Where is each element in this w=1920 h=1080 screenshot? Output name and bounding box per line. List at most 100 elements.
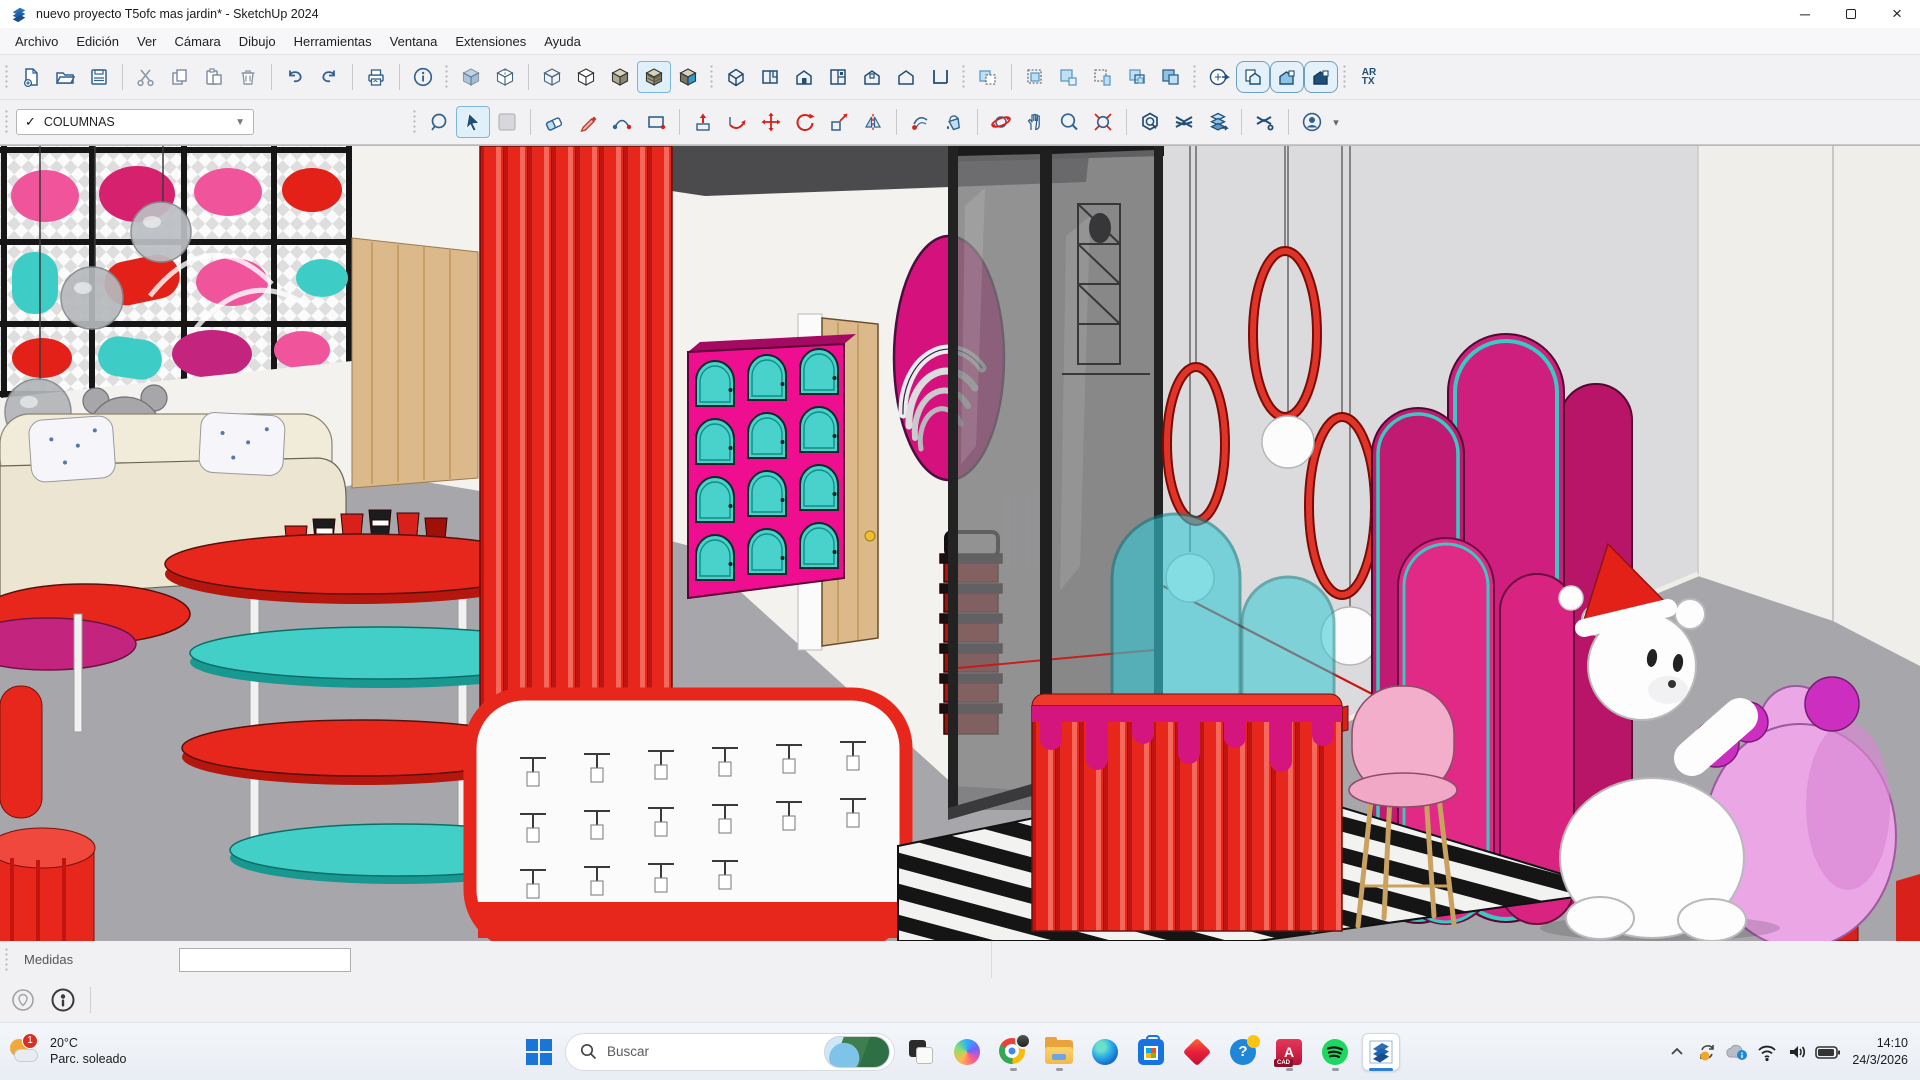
view-iso-button[interactable] — [719, 61, 753, 93]
redo-button[interactable] — [312, 61, 346, 93]
house-toggle-3-button[interactable] — [1304, 61, 1338, 93]
copy-button[interactable] — [163, 61, 197, 93]
credits-icon[interactable] — [50, 987, 76, 1013]
microsoft-store-button[interactable] — [1131, 1032, 1171, 1072]
help-assist-button[interactable]: ? — [1223, 1032, 1263, 1072]
sync-icon[interactable] — [1694, 1037, 1720, 1067]
rectangle-tool-button[interactable] — [639, 106, 673, 138]
style-shaded-button[interactable] — [603, 61, 637, 93]
selection-squares-5-button[interactable] — [1120, 61, 1154, 93]
view-back-button[interactable] — [855, 61, 889, 93]
open-file-button[interactable] — [48, 61, 82, 93]
follow-me-tool-button[interactable] — [720, 106, 754, 138]
menu-archivo[interactable]: Archivo — [6, 30, 67, 53]
style-back-edges-button[interactable] — [488, 61, 522, 93]
artx-button[interactable]: ARTX — [1352, 61, 1386, 93]
design-diamond-button[interactable] — [1177, 1032, 1217, 1072]
scale-tool-button[interactable] — [822, 106, 856, 138]
save-button[interactable] — [82, 61, 116, 93]
sketchup-taskbar-button[interactable] — [1361, 1032, 1401, 1072]
style-monochrome-button[interactable] — [671, 61, 705, 93]
volume-icon[interactable] — [1784, 1037, 1810, 1067]
start-button[interactable] — [519, 1032, 559, 1072]
chrome-button[interactable] — [993, 1032, 1033, 1072]
onedrive-icon[interactable] — [1724, 1037, 1750, 1067]
delete-button[interactable] — [231, 61, 265, 93]
flip-tool-button[interactable] — [856, 106, 890, 138]
paint-bucket-tool-button[interactable] — [937, 106, 971, 138]
cut-button[interactable] — [129, 61, 163, 93]
menu-herramientas[interactable]: Herramientas — [285, 30, 381, 53]
search-tool-button[interactable] — [422, 106, 456, 138]
menu-dibujo[interactable]: Dibujo — [230, 30, 285, 53]
toolbar-grip[interactable] — [4, 64, 10, 90]
selection-squares-3-button[interactable] — [1052, 61, 1086, 93]
spotify-button[interactable] — [1315, 1032, 1355, 1072]
offset-tool-button[interactable] — [903, 106, 937, 138]
menu-ventana[interactable]: Ventana — [381, 30, 447, 53]
extension-solid-inspector-button[interactable] — [1133, 106, 1167, 138]
geolocation-icon[interactable] — [10, 987, 36, 1013]
swap-ab-button[interactable] — [1202, 61, 1236, 93]
select-options-button[interactable] — [490, 106, 524, 138]
taskbar-search[interactable]: Buscar — [565, 1033, 895, 1071]
search-highlight-thumbnail[interactable] — [824, 1036, 890, 1068]
pan-tool-button[interactable] — [1018, 106, 1052, 138]
orbit-tool-button[interactable] — [984, 106, 1018, 138]
style-shaded-textures-button[interactable] — [637, 61, 671, 93]
paste-button[interactable] — [197, 61, 231, 93]
eraser-tool-button[interactable] — [537, 106, 571, 138]
move-tool-button[interactable] — [754, 106, 788, 138]
view-right-button[interactable] — [821, 61, 855, 93]
minimize-button[interactable]: ─ — [1782, 0, 1828, 28]
extension-chevrons-button[interactable] — [1167, 106, 1201, 138]
line-tool-button[interactable] — [571, 106, 605, 138]
copilot-button[interactable] — [947, 1032, 987, 1072]
account-caret[interactable]: ▾ — [1329, 116, 1343, 129]
measurements-input[interactable] — [179, 948, 351, 972]
model-info-button[interactable] — [406, 61, 440, 93]
push-pull-tool-button[interactable] — [686, 106, 720, 138]
select-tool-button[interactable] — [456, 106, 490, 138]
style-hidden-line-button[interactable] — [569, 61, 603, 93]
zoom-extents-button[interactable] — [1086, 106, 1120, 138]
house-toggle-1-button[interactable] — [1236, 61, 1270, 93]
maximize-button[interactable] — [1828, 0, 1874, 28]
menu-ver[interactable]: Ver — [128, 30, 166, 53]
task-view-button[interactable] — [901, 1032, 941, 1072]
undo-button[interactable] — [278, 61, 312, 93]
menu-edicion[interactable]: Edición — [67, 30, 128, 53]
menu-camara[interactable]: Cámara — [166, 30, 230, 53]
rotate-tool-button[interactable] — [788, 106, 822, 138]
selection-squares-4-button[interactable] — [1086, 61, 1120, 93]
zoom-tool-button[interactable] — [1052, 106, 1086, 138]
view-left-button[interactable] — [889, 61, 923, 93]
style-wireframe-button[interactable] — [535, 61, 569, 93]
view-top-button[interactable] — [753, 61, 787, 93]
measure-grip[interactable] — [4, 947, 10, 973]
extension-layers-button[interactable] — [1201, 106, 1235, 138]
selection-squares-6-button[interactable] — [1154, 61, 1188, 93]
tags-dropdown[interactable]: ✓ COLUMNAS ▼ — [16, 109, 254, 135]
wifi-icon[interactable] — [1754, 1037, 1780, 1067]
menu-extensiones[interactable]: Extensiones — [446, 30, 535, 53]
viewport-3d[interactable] — [0, 145, 1920, 940]
edge-button[interactable] — [1085, 1032, 1125, 1072]
taskbar-clock[interactable]: 14:10 24/3/2026 — [1852, 1035, 1908, 1068]
view-bottom-button[interactable] — [923, 61, 957, 93]
battery-icon[interactable] — [1814, 1037, 1840, 1067]
hidden-icons-chevron[interactable] — [1664, 1037, 1690, 1067]
house-toggle-2-button[interactable] — [1270, 61, 1304, 93]
extension-chevrons-gear-button[interactable] — [1248, 106, 1282, 138]
view-front-button[interactable] — [787, 61, 821, 93]
file-explorer-button[interactable] — [1039, 1032, 1079, 1072]
account-button[interactable] — [1295, 106, 1329, 138]
print-button[interactable] — [359, 61, 393, 93]
selection-squares-2-button[interactable] — [1018, 61, 1052, 93]
style-xray-button[interactable] — [454, 61, 488, 93]
menu-ayuda[interactable]: Ayuda — [535, 30, 590, 53]
selection-squares-1-button[interactable] — [971, 61, 1005, 93]
arc-tool-button[interactable] — [605, 106, 639, 138]
new-file-button[interactable] — [14, 61, 48, 93]
weather-widget[interactable]: 1 20°C Parc. soleado — [8, 1036, 126, 1067]
